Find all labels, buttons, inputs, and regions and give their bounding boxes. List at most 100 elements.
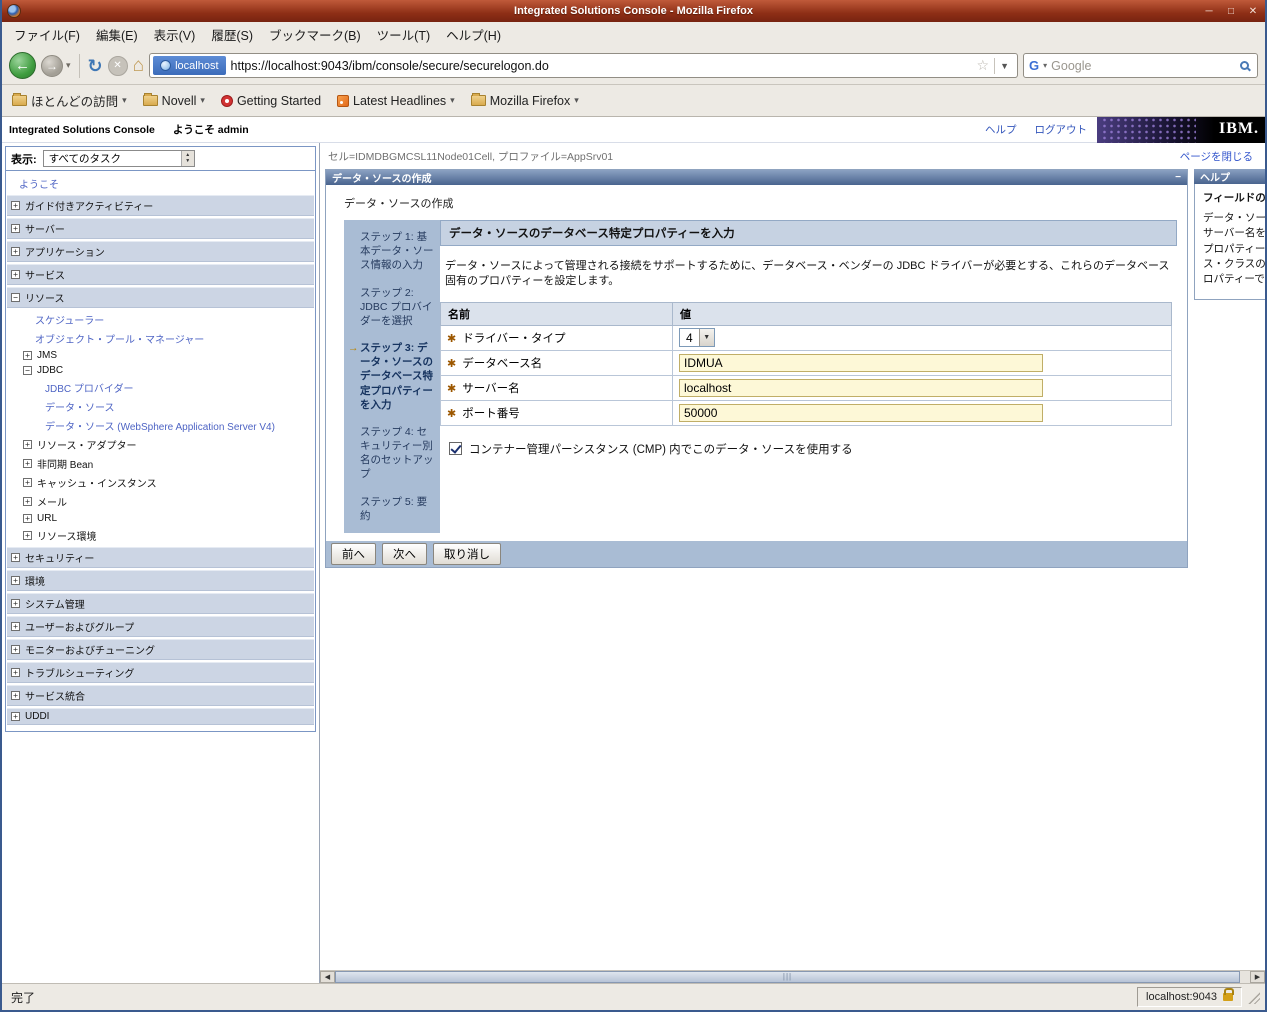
nav-section[interactable]: +サーバー — [7, 218, 314, 239]
help-link[interactable]: ヘルプ — [985, 122, 1017, 137]
nav-branch[interactable]: +キャッシュ・インスタンス — [7, 473, 314, 492]
task-filter-select[interactable]: すべてのタスク ▲▼ — [43, 150, 195, 167]
window-titlebar[interactable]: Integrated Solutions Console - Mozilla F… — [2, 0, 1265, 22]
bookmark-item[interactable]: Novell▾ — [143, 94, 205, 108]
search-icon[interactable] — [1240, 61, 1249, 70]
wizard-step[interactable]: ステップ 1: 基本データ・ソース情報の入力 — [348, 230, 435, 273]
nav-section[interactable]: +トラブルシューティング — [7, 662, 314, 683]
cmp-checkbox[interactable] — [449, 442, 462, 455]
expand-icon[interactable]: + — [11, 224, 20, 233]
nav-link[interactable]: スケジューラー — [7, 310, 314, 329]
menu-item[interactable]: ツール(T) — [369, 21, 438, 48]
bookmark-item[interactable]: Getting Started — [221, 94, 321, 108]
nav-branch[interactable]: +URL — [7, 511, 314, 526]
resize-grip[interactable] — [1247, 991, 1260, 1004]
expand-icon[interactable]: + — [11, 691, 20, 700]
bookmark-item[interactable]: ほとんどの訪問▾ — [12, 91, 127, 110]
port-number-input[interactable] — [679, 404, 1043, 422]
nav-branch[interactable]: +メール — [7, 492, 314, 511]
collapse-icon[interactable]: − — [23, 366, 32, 375]
wizard-step[interactable]: ステップ 4: セキュリティー別名のセットアップ — [348, 425, 435, 482]
nav-branch[interactable]: −JDBC — [7, 363, 314, 378]
home-icon[interactable]: ⌂ — [133, 56, 144, 75]
nav-section[interactable]: +環境 — [7, 570, 314, 591]
nav-section[interactable]: +システム管理 — [7, 593, 314, 614]
bookmark-item[interactable]: Latest Headlines▾ — [337, 94, 455, 108]
next-button[interactable]: 次へ — [382, 543, 427, 565]
nav-section[interactable]: +アプリケーション — [7, 241, 314, 262]
expand-icon[interactable]: + — [11, 270, 20, 279]
wizard-step[interactable]: ステップ 5: 要約 — [348, 495, 435, 523]
combo-arrows-icon[interactable]: ▲▼ — [181, 151, 194, 166]
nav-branch[interactable]: +リソース環境 — [7, 526, 314, 545]
expand-icon[interactable]: + — [23, 514, 32, 523]
nav-link[interactable]: オブジェクト・プール・マネージャー — [7, 329, 314, 348]
nav-section[interactable]: +セキュリティー — [7, 547, 314, 568]
nav-section[interactable]: +ガイド付きアクティビティー — [7, 195, 314, 216]
nav-link[interactable]: データ・ソース — [7, 397, 314, 416]
url-text[interactable]: https://localhost:9043/ibm/console/secur… — [231, 59, 972, 73]
nav-branch[interactable]: +JMS — [7, 348, 314, 363]
menu-item[interactable]: ヘルプ(H) — [438, 21, 509, 48]
nav-link[interactable]: JDBC プロバイダー — [7, 378, 314, 397]
nav-section[interactable]: +モニターおよびチューニング — [7, 639, 314, 660]
forward-icon[interactable]: → — [41, 55, 63, 77]
search-engine-dropdown-icon[interactable]: ▾ — [1043, 61, 1047, 70]
cancel-button[interactable]: 取り消し — [433, 543, 501, 565]
scrollbar-thumb[interactable]: ||| — [335, 971, 1240, 983]
url-bar[interactable]: localhost https://localhost:9043/ibm/con… — [149, 53, 1018, 78]
nav-link[interactable]: データ・ソース (WebSphere Application Server V4… — [7, 416, 314, 435]
menu-item[interactable]: ブックマーク(B) — [261, 21, 369, 48]
expand-icon[interactable]: + — [11, 576, 20, 585]
search-placeholder[interactable]: Google — [1051, 59, 1236, 73]
menu-item[interactable]: 編集(E) — [88, 21, 146, 48]
minimize-icon[interactable]: ─ — [1202, 6, 1216, 17]
expand-icon[interactable]: + — [23, 497, 32, 506]
nav-section[interactable]: +サービス統合 — [7, 685, 314, 706]
expand-icon[interactable]: + — [11, 668, 20, 677]
close-page-link[interactable]: ページを閉じる — [1180, 149, 1253, 164]
maximize-icon[interactable]: □ — [1224, 6, 1238, 17]
close-icon[interactable]: ✕ — [1246, 6, 1260, 17]
back-icon[interactable]: ← — [9, 52, 36, 79]
expand-icon[interactable]: + — [23, 351, 32, 360]
menu-item[interactable]: 表示(V) — [146, 21, 204, 48]
wizard-step[interactable]: →ステップ 3: データ・ソースのデータベース特定プロパティーを入力 — [348, 341, 435, 412]
menu-item[interactable]: 履歴(S) — [203, 21, 261, 48]
expand-icon[interactable]: + — [11, 645, 20, 654]
wizard-step[interactable]: ステップ 2: JDBC プロバイダーを選択 — [348, 286, 435, 329]
expand-icon[interactable]: + — [23, 478, 32, 487]
expand-icon[interactable]: + — [11, 622, 20, 631]
search-bar[interactable]: G ▾ Google — [1023, 53, 1258, 78]
horizontal-scrollbar[interactable]: ◀ ||| ▶ — [320, 970, 1265, 983]
scroll-left-icon[interactable]: ◀ — [320, 971, 335, 983]
logout-link[interactable]: ログアウト — [1035, 122, 1088, 137]
expand-icon[interactable]: + — [23, 531, 32, 540]
nav-section[interactable]: −リソース — [7, 287, 314, 308]
expand-icon[interactable]: + — [11, 553, 20, 562]
previous-button[interactable]: 前へ — [331, 543, 376, 565]
database-name-input[interactable] — [679, 354, 1043, 372]
driver-type-select[interactable]: 4▼ — [679, 328, 715, 347]
nav-link[interactable]: ようこそ — [7, 174, 314, 193]
nav-section[interactable]: +サービス — [7, 264, 314, 285]
chevron-down-icon[interactable]: ▼ — [699, 329, 714, 346]
nav-branch[interactable]: +非同期 Bean — [7, 454, 314, 473]
history-dropdown-icon[interactable]: ▾ — [66, 60, 71, 71]
nav-section[interactable]: +ユーザーおよびグループ — [7, 616, 314, 637]
search-engine-icon[interactable]: G — [1029, 58, 1039, 73]
expand-icon[interactable]: + — [23, 440, 32, 449]
reload-icon[interactable]: ↻ — [88, 57, 103, 75]
bookmark-item[interactable]: Mozilla Firefox▾ — [471, 94, 579, 108]
site-identity-button[interactable]: localhost — [153, 56, 225, 75]
scroll-right-icon[interactable]: ▶ — [1250, 971, 1265, 983]
bookmark-star-icon[interactable]: ☆ — [977, 57, 990, 74]
stop-icon[interactable]: ✕ — [108, 56, 128, 76]
security-zone-box[interactable]: localhost:9043 — [1137, 987, 1242, 1007]
collapse-icon[interactable]: − — [11, 293, 20, 302]
expand-icon[interactable]: + — [11, 201, 20, 210]
menu-item[interactable]: ファイル(F) — [6, 21, 88, 48]
expand-icon[interactable]: + — [11, 599, 20, 608]
expand-icon[interactable]: + — [11, 247, 20, 256]
expand-icon[interactable]: + — [23, 459, 32, 468]
